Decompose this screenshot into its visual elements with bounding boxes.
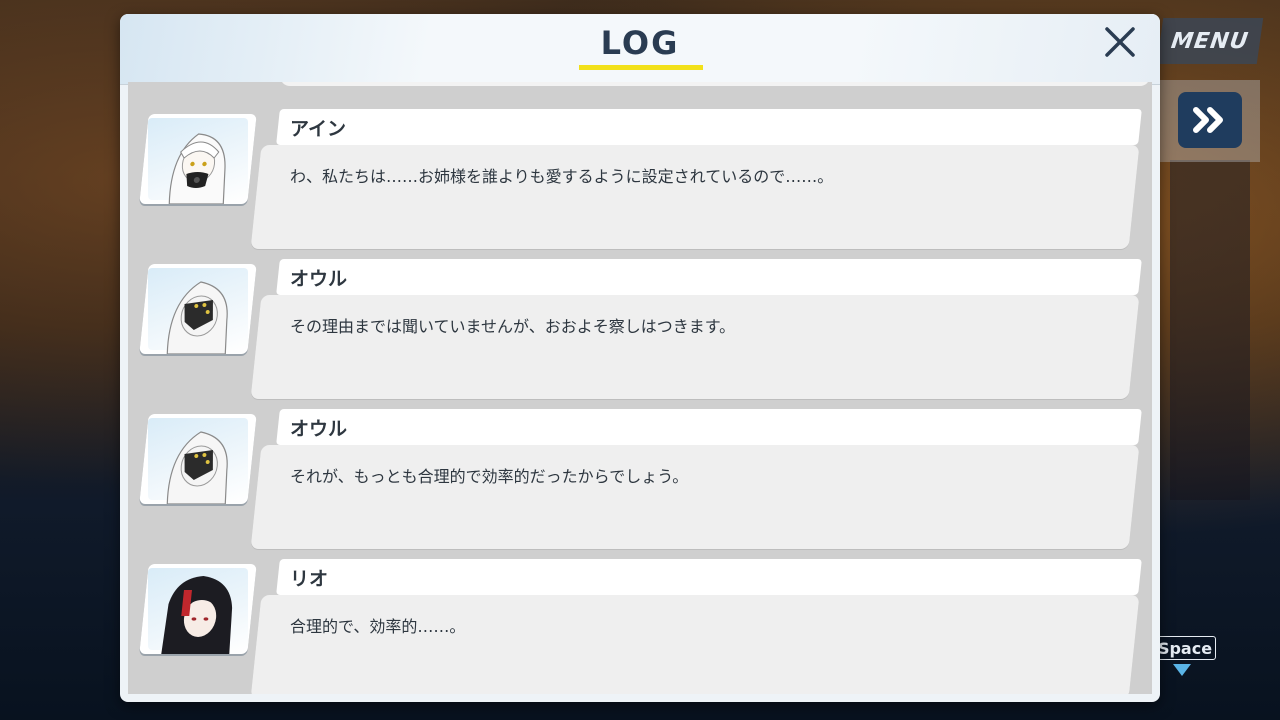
white-hair-visor-icon [166,281,228,354]
speaker-name-bar [276,559,1142,595]
fast-forward-button[interactable] [1178,92,1242,148]
down-triangle-icon [1173,664,1191,676]
dialogue-pointer [260,170,270,186]
background-structure [1170,160,1250,500]
white-hair-girl-mask-icon [168,133,226,204]
close-icon [1105,27,1135,57]
log-entry: アイン わ、私たちは……お姉様を誰よりも愛するように設定されているので……。 [128,96,1152,249]
black-hair-girl-icon [161,576,233,654]
dialogue-box [250,445,1140,549]
previous-entry-edge [280,82,1150,86]
log-title: LOG [600,24,680,62]
dialogue-box [250,595,1140,694]
dialogue-box [250,145,1140,249]
character-avatar [139,114,257,204]
log-entry: オウル それが、もっとも合理的で効率的だったからでしょう。 [128,396,1152,549]
dialogue-pointer [260,320,270,336]
log-entry: リオ 合理的で、効率的……。 [128,546,1152,694]
menu-label: MENU [1169,28,1251,54]
dialogue-pointer [260,470,270,486]
speaker-name-bar [276,109,1142,145]
dialogue-text: 合理的で、効率的……。 [290,617,466,636]
game-scene: MENU Space LOG アイン わ、私たちは……お姉様を誰よりも愛するよう… [0,0,1280,720]
character-avatar [139,414,257,504]
speaker-name: リオ [290,568,329,590]
dialogue-text: わ、私たちは……お姉様を誰よりも愛するように設定されているので……。 [290,167,834,186]
dialogue-box [250,295,1140,399]
dialogue-text: その理由までは聞いていませんが、おおよそ察しはつきます。 [290,317,736,336]
close-button[interactable] [1098,20,1142,64]
speaker-name: オウル [290,418,348,440]
title-underline [579,65,703,70]
menu-button[interactable]: MENU [1156,18,1264,64]
speaker-name: オウル [290,268,348,290]
log-panel: LOG アイン わ、私たちは……お姉様を誰よりも愛するように設定されているので…… [120,14,1160,702]
log-entry: オウル その理由までは聞いていませんが、おおよそ察しはつきます。 [128,246,1152,399]
character-avatar [139,264,257,354]
white-hair-visor-icon [166,431,228,504]
log-scroll-area[interactable]: アイン わ、私たちは……お姉様を誰よりも愛するように設定されているので……。 オ… [128,82,1152,694]
dialogue-pointer [260,620,270,636]
space-key-hint: Space [1154,636,1216,660]
speaker-name-bar [276,409,1142,445]
character-avatar [139,564,257,654]
fast-forward-icon [1193,107,1223,133]
space-label: Space [1157,638,1213,658]
dialogue-text: それが、もっとも合理的で効率的だったからでしょう。 [290,467,689,486]
speaker-name-bar [276,259,1142,295]
speaker-name: アイン [290,118,347,140]
